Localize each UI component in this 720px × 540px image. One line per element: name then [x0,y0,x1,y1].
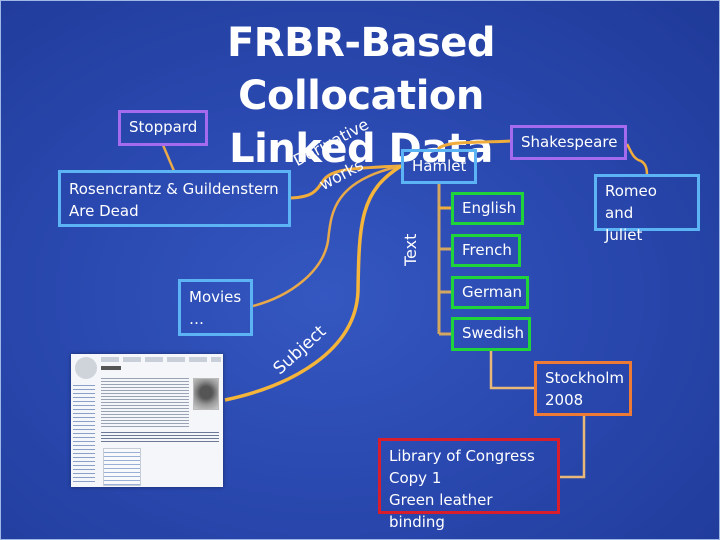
link-shakespeare-romeo [625,143,649,176]
thumbnail-contents-box [103,448,141,486]
thumbnail-portrait-image [193,378,219,410]
node-library-of-congress[interactable]: Library of Congress Copy 1 Green leather… [378,438,560,531]
node-movies[interactable]: Movies … [178,279,253,336]
thumbnail-body-text [101,376,189,428]
node-hamlet[interactable]: Hamlet [401,149,477,184]
thumbnail-paragraph [101,430,219,444]
thumbnail-heading [101,366,121,370]
node-stockholm[interactable]: Stockholm 2008 [534,361,632,416]
node-romeo[interactable]: Romeo and Juliet [594,174,700,244]
slide: FRBR-Based Collocation Linked Data Stopp… [0,0,720,540]
node-french[interactable]: French [451,234,521,267]
node-german[interactable]: German [451,276,529,309]
node-rosencrantz[interactable]: Rosencrantz & Guildenstern Are Dead [58,170,291,227]
wikipedia-page-thumbnail[interactable] [71,354,223,487]
link-stockholm-loc [559,414,586,479]
node-swedish[interactable]: Swedish [451,317,531,351]
wikipedia-logo-icon [75,357,97,379]
link-hamlet-shakespeare [436,139,512,151]
link-stoppard-rosencrantz [161,144,176,172]
node-shakespeare[interactable]: Shakespeare [510,125,627,160]
link-swedish-stockholm [489,350,535,390]
node-english[interactable]: English [451,192,524,225]
thumbnail-tabs [101,357,221,362]
thumbnail-sidebar [73,382,95,482]
edge-label-text: Text [401,233,420,266]
node-stoppard[interactable]: Stoppard [118,110,208,146]
